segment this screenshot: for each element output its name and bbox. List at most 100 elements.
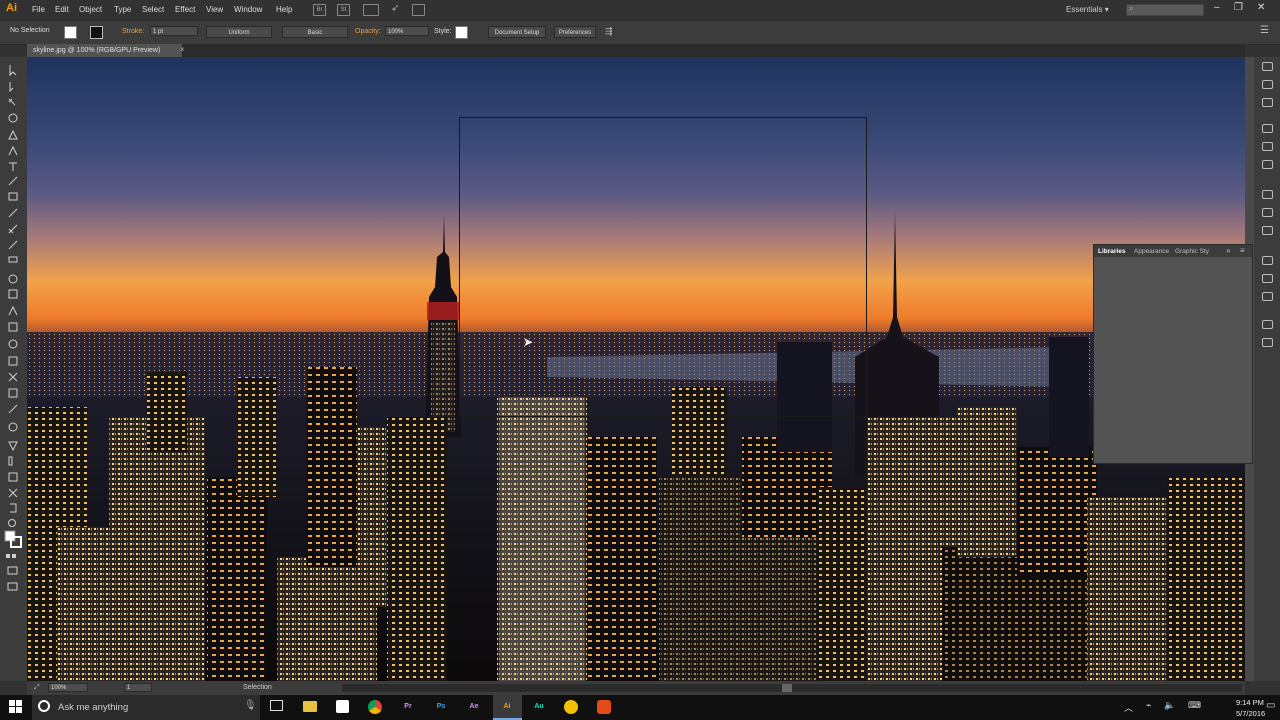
transparency-icon[interactable] (1262, 226, 1273, 235)
close-tab-icon[interactable]: × (180, 45, 185, 54)
graphic-style-swatch[interactable] (455, 26, 468, 39)
zoom-level-field[interactable]: 100% (48, 683, 88, 692)
eraser-tool-icon (8, 256, 18, 263)
menu-object[interactable]: Object (79, 5, 102, 14)
image-trace-icon[interactable] (1262, 292, 1273, 301)
windows-start-icon[interactable] (9, 700, 23, 714)
curvature-tool-icon (8, 145, 18, 156)
clock-date[interactable]: 5/7/2016 (1236, 709, 1265, 718)
menu-effect[interactable]: Effect (175, 5, 195, 14)
graphic-styles-icon[interactable] (1262, 160, 1273, 169)
artboard-number-field[interactable]: 1 (124, 683, 152, 692)
tools-icons (4, 65, 22, 591)
gpu-performance-icon[interactable] (412, 4, 425, 16)
gradient-tool-icon (8, 388, 18, 398)
file-explorer-icon[interactable] (303, 701, 317, 712)
rectangle-tool-icon (8, 192, 18, 201)
perspective-grid-tool-icon (8, 356, 18, 366)
artboards-icon[interactable] (1262, 338, 1273, 347)
stock-icon[interactable]: St (337, 4, 350, 16)
document-tab[interactable]: skyline.jpg @ 100% (RGB/GPU Preview) (27, 44, 182, 57)
brushes-icon[interactable] (1262, 124, 1273, 133)
selection-tool-icon (9, 65, 17, 77)
panel-menu-icon[interactable]: ☰ (1260, 25, 1269, 36)
opacity-label[interactable]: Opacity: (355, 28, 381, 35)
direct-selection-tool-icon (9, 82, 14, 93)
panel-expand-icon[interactable]: » (1226, 246, 1230, 255)
network-icon[interactable]: ⌁ (1146, 700, 1151, 711)
cortana-icon (38, 700, 50, 712)
volume-icon[interactable]: 🔈 (1164, 700, 1175, 711)
opacity-field[interactable]: 100% (385, 26, 429, 36)
photoshop-icon[interactable]: Ps (434, 700, 448, 714)
artboard-tool-icon (8, 472, 18, 482)
horizontal-scroll-thumb[interactable] (782, 684, 792, 692)
swatches-icon[interactable] (1262, 98, 1273, 107)
chrome-icon[interactable] (368, 700, 382, 714)
shape-builder-tool-icon (8, 339, 18, 349)
audition-icon[interactable]: Au (532, 700, 546, 714)
stroke-panel-icon[interactable] (1262, 190, 1273, 199)
fill-swatch[interactable] (64, 26, 77, 39)
scale-tool-icon (8, 289, 18, 299)
show-hidden-icons[interactable]: ︿ (1124, 701, 1133, 714)
free-transform-tool-icon (8, 322, 18, 332)
tools-panel (0, 57, 27, 681)
width-tool-icon (8, 305, 18, 316)
sync-icon[interactable]: ➶ (391, 3, 399, 14)
workspace-switcher[interactable]: Essentials ▾ (1066, 5, 1109, 14)
paintbrush-tool-icon (8, 208, 18, 218)
restore-button[interactable]: ❐ (1234, 2, 1243, 13)
cortana-search-input[interactable]: Ask me anything (58, 702, 128, 713)
color-panel-icon[interactable] (1262, 62, 1273, 71)
canvas-skyline-photo[interactable]: ➤ (27, 57, 1245, 681)
menu-window[interactable]: Window (234, 5, 262, 14)
horizontal-scrollbar[interactable] (342, 684, 1242, 692)
action-center-icon[interactable]: ▭ (1266, 700, 1275, 711)
layers-icon[interactable] (1262, 320, 1273, 329)
bridge-icon[interactable]: Br (313, 4, 326, 16)
illustrator-logo: Ai (6, 2, 17, 14)
blend-tool-icon (8, 422, 18, 432)
close-button[interactable]: ✕ (1257, 2, 1265, 13)
menu-view[interactable]: View (206, 5, 223, 14)
after-effects-icon[interactable]: Ae (467, 700, 481, 714)
libraries-panel-icon[interactable] (1262, 256, 1273, 265)
screen-mode-icon (7, 582, 18, 591)
app-yellow-icon[interactable] (564, 700, 578, 714)
tab-libraries[interactable]: Libraries (1098, 248, 1125, 255)
tab-appearance[interactable]: Appearance (1134, 248, 1169, 255)
color-guide-icon[interactable] (1262, 80, 1273, 89)
symbols-icon[interactable] (1262, 142, 1273, 151)
stroke-weight-field[interactable]: 1 pt (150, 26, 198, 36)
stroke-swatch[interactable] (90, 26, 103, 39)
menu-select[interactable]: Select (142, 5, 164, 14)
keyboard-icon[interactable]: ⌨ (1188, 700, 1201, 711)
minimize-button[interactable]: – (1214, 2, 1220, 13)
app-red-icon[interactable] (597, 700, 611, 714)
menu-file[interactable]: File (32, 5, 45, 14)
preferences-button[interactable]: Preferences (554, 26, 596, 38)
microphone-icon[interactable]: 🎙 (244, 700, 257, 711)
menu-help[interactable]: Help (276, 5, 292, 14)
tab-graphic-styles[interactable]: Graphic Sty (1175, 248, 1209, 255)
illustrator-icon[interactable]: Ai (500, 700, 514, 714)
premiere-icon[interactable]: Pr (401, 700, 415, 714)
stroke-profile-dropdown[interactable]: Uniform (206, 26, 272, 38)
arrange-icon[interactable]: ⇶ (605, 26, 613, 37)
search-stock-input[interactable] (1126, 4, 1204, 16)
task-view-icon[interactable] (270, 700, 283, 711)
menu-type[interactable]: Type (114, 5, 131, 14)
clock-time[interactable]: 9:14 PM (1236, 698, 1264, 707)
gradient-panel-icon[interactable] (1262, 208, 1273, 217)
arrange-documents-icon[interactable] (363, 4, 379, 16)
appearance-panel-icon[interactable] (1262, 274, 1273, 283)
panel-menu-icon[interactable]: ≡ (1240, 246, 1245, 255)
menu-edit[interactable]: Edit (55, 5, 69, 14)
stroke-label[interactable]: Stroke: (122, 28, 144, 35)
store-icon[interactable] (336, 700, 349, 713)
artboard-frame[interactable] (459, 117, 867, 417)
line-tool-icon (8, 176, 18, 186)
document-setup-button[interactable]: Document Setup (488, 26, 546, 38)
brush-definition-dropdown[interactable]: Basic (282, 26, 348, 38)
